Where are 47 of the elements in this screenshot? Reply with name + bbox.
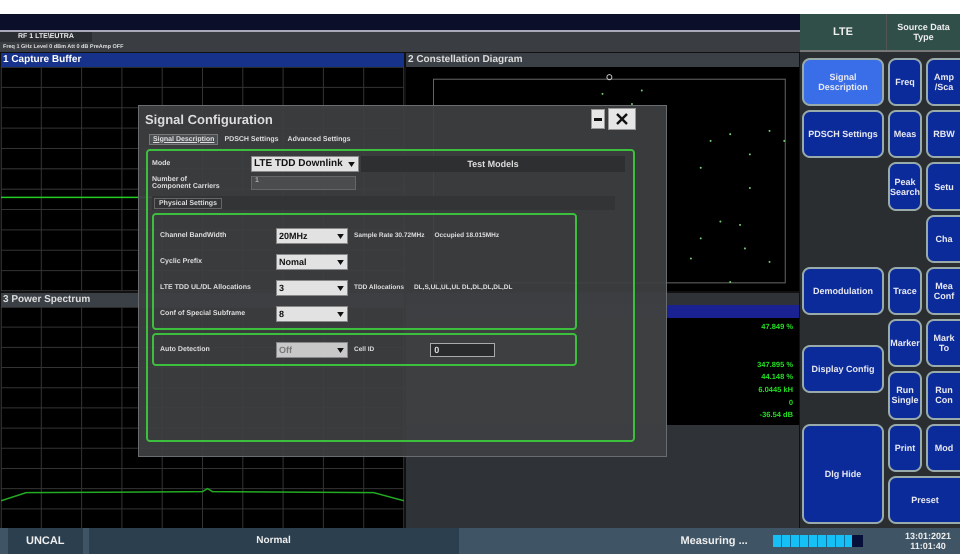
- softkey[interactable]: Trace: [888, 266, 922, 316]
- minimize-button[interactable]: [591, 109, 605, 129]
- softkey[interactable]: Cha: [926, 214, 960, 263]
- caret-icon: [337, 234, 344, 238]
- softkey[interactable]: Run Single: [888, 371, 922, 420]
- softkey[interactable]: Demodulation: [802, 266, 884, 316]
- uncal-indicator: UNCAL: [8, 528, 82, 554]
- softkey[interactable]: Meas: [888, 110, 922, 158]
- softkey[interactable]: Mark To: [926, 319, 960, 368]
- softkey[interactable]: Amp /Sca: [926, 58, 960, 106]
- time-text: 11:01:40: [910, 541, 946, 551]
- softkey-header[interactable]: Source Data Type: [886, 14, 960, 50]
- caret-icon: [337, 260, 344, 264]
- panel-title[interactable]: 1 Capture Buffer: [1, 53, 404, 67]
- test-models-header: Test Models: [361, 156, 625, 172]
- softkey[interactable]: PDSCH Settings: [802, 110, 884, 158]
- softkey[interactable]: Run Con: [926, 371, 960, 420]
- preset-button[interactable]: Preset: [888, 476, 960, 524]
- mode-dropdown[interactable]: LTE TDD Downlink: [251, 156, 359, 172]
- caret-icon: [337, 348, 344, 352]
- dialog-title: Signal Configuration: [145, 112, 274, 126]
- panel-title[interactable]: 2 Constellation Diagram: [406, 53, 799, 67]
- softkey-header[interactable]: LTE: [800, 14, 886, 50]
- softkey[interactable]: Setu: [926, 162, 960, 211]
- dropdown[interactable]: 8: [276, 306, 348, 322]
- date-text: 13:01:2021: [904, 531, 952, 541]
- dropdown[interactable]: 3: [276, 280, 348, 296]
- close-button[interactable]: [608, 108, 636, 130]
- close-icon: [616, 113, 628, 125]
- dropdown[interactable]: 20MHz: [276, 228, 348, 244]
- status-text: Measuring ...: [680, 535, 749, 547]
- caret-icon: [348, 162, 355, 166]
- softkey[interactable]: RBW: [926, 110, 960, 158]
- softkey[interactable]: Signal Description: [802, 58, 884, 106]
- softkey[interactable]: Display Config: [802, 345, 884, 394]
- caret-icon: [337, 312, 344, 316]
- dropdown[interactable]: Nomal: [276, 254, 348, 270]
- minimize-icon: [594, 118, 602, 120]
- softkey[interactable]: Peak Search: [888, 162, 922, 211]
- softkey[interactable]: Mea Conf: [926, 266, 960, 316]
- softkey[interactable]: Dlg Hide: [802, 424, 884, 524]
- softkey[interactable]: Freq: [888, 58, 922, 106]
- softkey[interactable]: Marker: [888, 319, 922, 368]
- softkey[interactable]: Mod: [926, 424, 960, 472]
- softkey[interactable]: Print: [888, 424, 922, 472]
- caret-icon: [337, 286, 344, 290]
- sweep-mode: Normal: [88, 528, 458, 554]
